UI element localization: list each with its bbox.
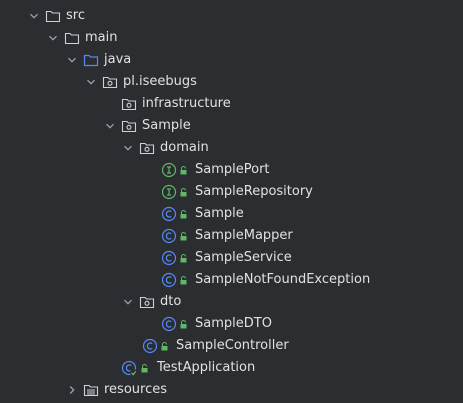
tree-node-sample-controller[interactable]: SampleController (0, 335, 463, 357)
tree-node-pl-iseebugs[interactable]: pl.iseebugs (0, 71, 463, 93)
tree-node-sample-package[interactable]: Sample (0, 115, 463, 137)
project-tree: src main java pl.iseebugs infrastructure… (0, 0, 463, 403)
tree-node-domain[interactable]: domain (0, 137, 463, 159)
interface-icon (161, 162, 177, 178)
chevron-down-icon[interactable] (104, 120, 116, 132)
spring-boot-class-icon (121, 360, 137, 376)
tree-node-sample-repository[interactable]: SampleRepository (0, 181, 463, 203)
tree-node-test-application[interactable]: TestApplication (0, 357, 463, 379)
tree-node-label: SampleDTO (195, 316, 272, 331)
tree-node-dto[interactable]: dto (0, 291, 463, 313)
tree-node-label: main (85, 30, 118, 45)
lock-icon (140, 364, 149, 373)
lock-icon (179, 188, 188, 197)
tree-node-sample-dto[interactable]: SampleDTO (0, 313, 463, 335)
tree-node-label: java (104, 52, 132, 67)
tree-node-label: SampleService (195, 250, 292, 265)
class-icon (142, 338, 158, 354)
tree-node-label: SampleNotFoundException (195, 272, 371, 287)
source-root-folder-icon (83, 52, 99, 68)
tree-node-sample-mapper[interactable]: SampleMapper (0, 225, 463, 247)
tree-node-infrastructure[interactable]: infrastructure (0, 93, 463, 115)
tree-node-sample-not-found-exception[interactable]: SampleNotFoundException (0, 269, 463, 291)
class-icon (161, 228, 177, 244)
folder-icon (64, 30, 80, 46)
package-icon (121, 96, 137, 112)
interface-icon (161, 184, 177, 200)
tree-node-label: src (66, 8, 85, 23)
package-icon (139, 140, 155, 156)
tree-node-sample-port[interactable]: SamplePort (0, 159, 463, 181)
package-icon (139, 294, 155, 310)
chevron-down-icon[interactable] (47, 32, 59, 44)
folder-icon (45, 8, 61, 24)
tree-node-label: resources (104, 382, 168, 397)
tree-node-label: dto (160, 294, 182, 309)
class-icon (161, 272, 177, 288)
chevron-down-icon[interactable] (122, 296, 134, 308)
lock-icon (179, 166, 188, 175)
tree-node-label: Sample (142, 118, 191, 133)
lock-icon (179, 254, 188, 263)
chevron-down-icon[interactable] (122, 142, 134, 154)
chevron-down-icon[interactable] (28, 10, 40, 22)
lock-icon (160, 342, 169, 351)
chevron-right-icon[interactable] (66, 384, 78, 396)
tree-node-label: SampleMapper (195, 228, 293, 243)
tree-node-label: SampleController (176, 338, 289, 353)
lock-icon (179, 320, 188, 329)
tree-node-label: infrastructure (142, 96, 231, 111)
tree-node-label: Sample (195, 206, 244, 221)
tree-node-src[interactable]: src (0, 5, 463, 27)
tree-node-java[interactable]: java (0, 49, 463, 71)
tree-node-label: SampleRepository (195, 184, 313, 199)
package-icon (121, 118, 137, 134)
tree-node-label: domain (160, 140, 209, 155)
tree-node-label: TestApplication (157, 360, 256, 375)
class-icon (161, 250, 177, 266)
tree-node-label: pl.iseebugs (123, 74, 197, 89)
tree-node-resources[interactable]: resources (0, 379, 463, 401)
lock-icon (179, 210, 188, 219)
class-icon (161, 206, 177, 222)
chevron-down-icon[interactable] (85, 76, 97, 88)
tree-node-label: SamplePort (195, 162, 270, 177)
tree-node-sample-class[interactable]: Sample (0, 203, 463, 225)
lock-icon (179, 276, 188, 285)
lock-icon (179, 232, 188, 241)
class-icon (161, 316, 177, 332)
tree-node-main[interactable]: main (0, 27, 463, 49)
resources-folder-icon (83, 382, 99, 398)
tree-node-sample-service[interactable]: SampleService (0, 247, 463, 269)
chevron-down-icon[interactable] (66, 54, 78, 66)
package-icon (102, 74, 118, 90)
